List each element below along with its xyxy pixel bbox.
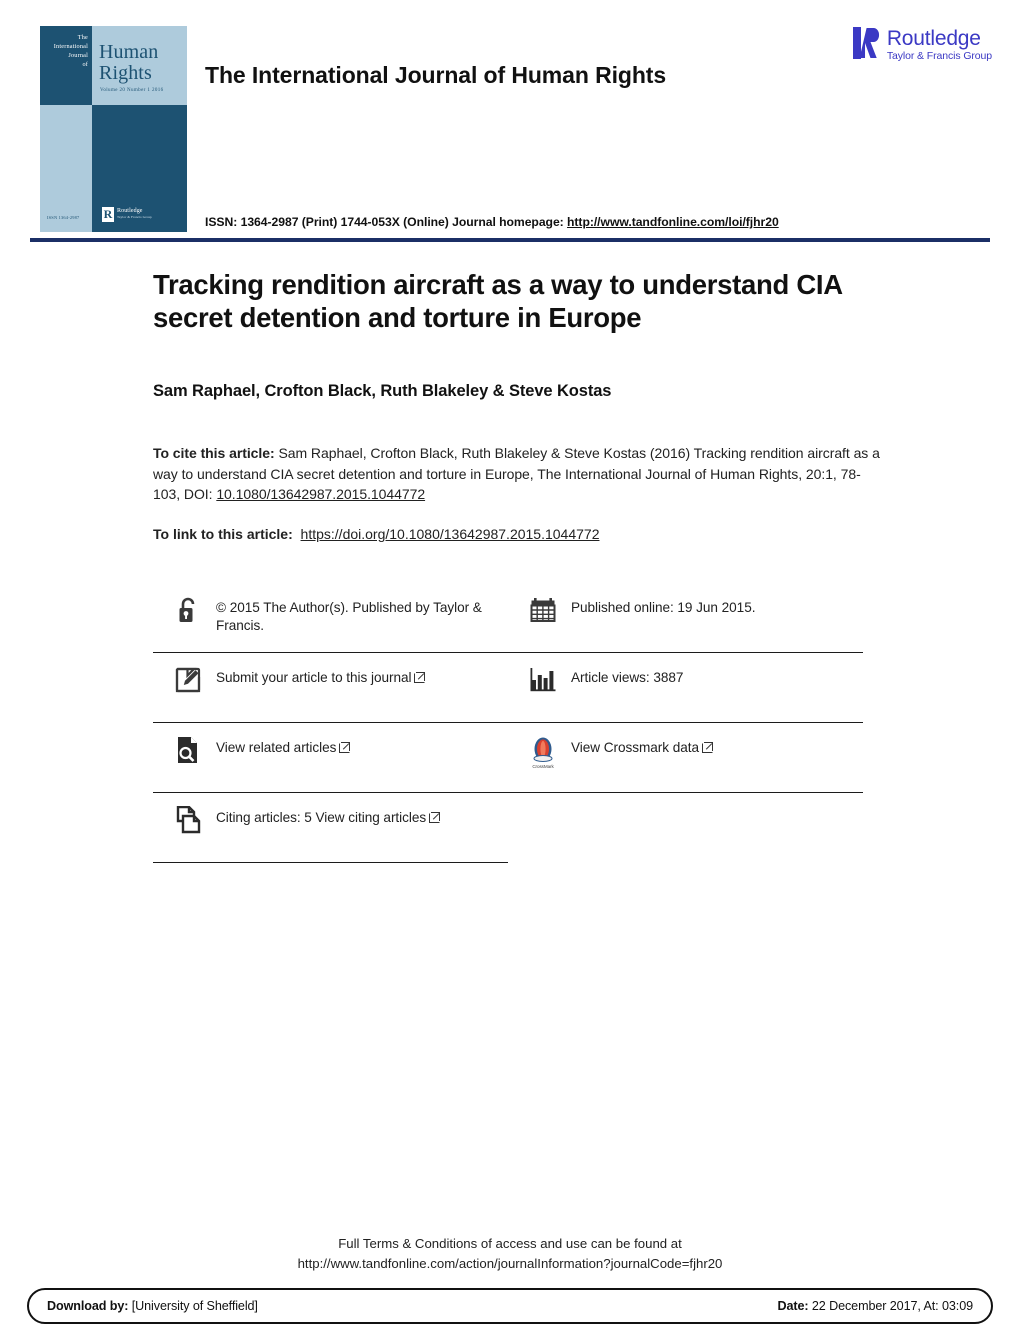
doi-link-block: To link to this article: https://doi.org… [153, 524, 883, 544]
cover-imprint-sub: Taylor & Francis Group [117, 215, 152, 219]
cite-label: To cite this article: [153, 445, 275, 461]
download-date: Date: 22 December 2017, At: 03:09 [777, 1299, 973, 1313]
download-date-value: 22 December 2017, At: 03:09 [808, 1299, 973, 1313]
external-link-icon [339, 742, 351, 753]
cover-quadrant-bottom-right: R Routledge Taylor & Francis Group [92, 105, 187, 232]
metric-article-views: Article views: 3887 [508, 653, 863, 723]
published-online-text: Published online: 19 Jun 2015. [571, 600, 756, 615]
download-by: Download by: [University of Sheffield] [47, 1299, 258, 1313]
cover-quadrant-top-right: Human Rights Volume 20 Number 1 2016 [92, 26, 187, 105]
metric-copyright: © 2015 The Author(s). Published by Taylo… [153, 583, 508, 653]
cover-publisher-logo: R Routledge Taylor & Francis Group [102, 207, 152, 222]
article-title: Tracking rendition aircraft as a way to … [153, 269, 842, 333]
cover-quadrant-bottom-left: ISSN 1364-2987 [40, 105, 92, 232]
cover-title: Human Rights [99, 41, 159, 84]
issn-line: ISSN: 1364-2987 (Print) 1744-053X (Onlin… [205, 215, 779, 229]
journal-homepage-link[interactable]: http://www.tandfonline.com/loi/fjhr20 [567, 215, 779, 229]
open-access-lock-icon [173, 594, 203, 626]
download-date-label: Date: [777, 1299, 809, 1313]
citing-articles-text: Citing articles: 5 View citing articles [216, 804, 441, 827]
crossmark-icon: CrossMark [528, 734, 558, 769]
journal-cover-page: The International Journal of Human Right… [0, 0, 1020, 1339]
metric-published-online: Published online: 19 Jun 2015. [508, 583, 863, 653]
cover-kicker: The International Journal of [53, 34, 88, 68]
article-authors: Sam Raphael, Crofton Black, Ruth Blakele… [153, 382, 612, 400]
routledge-logo: Routledge Routledge Taylor & Francis Gro… [852, 27, 992, 63]
related-articles-text: View related articles [216, 734, 351, 757]
submit-article-text: Submit your article to this journal [216, 664, 426, 687]
bar-chart-icon [528, 664, 558, 696]
metric-related-articles[interactable]: View related articles [153, 723, 508, 793]
cover-imprint-name: Routledge [117, 208, 143, 214]
metric-empty-cell [508, 793, 863, 863]
routledge-name: Routledge [886, 27, 981, 50]
external-link-icon [414, 672, 426, 683]
routledge-mark-icon: Routledge [852, 27, 881, 59]
cover-issn: ISSN 1364-2987 [47, 215, 80, 220]
external-link-icon [429, 812, 441, 823]
terms-line-2: http://www.tandfonline.com/action/journa… [297, 1256, 723, 1271]
cover-volume-info: Volume 20 Number 1 2016 [100, 88, 164, 93]
copy-documents-icon [173, 804, 203, 836]
doi-url-link[interactable]: https://doi.org/10.1080/13642987.2015.10… [301, 526, 600, 542]
calendar-icon [528, 594, 558, 626]
issn-text: ISSN: 1364-2987 (Print) 1744-053X (Onlin… [205, 215, 568, 229]
header-divider [30, 238, 990, 242]
cover-quadrant-top-left: The International Journal of [40, 26, 92, 105]
metric-crossmark[interactable]: CrossMark View Crossmark data [508, 723, 863, 793]
routledge-mark-icon: R [102, 207, 114, 222]
metric-citing-articles[interactable]: Citing articles: 5 View citing articles [153, 793, 508, 863]
metric-submit-article[interactable]: Submit your article to this journal [153, 653, 508, 723]
journal-title: The International Journal of Human Right… [205, 62, 667, 88]
terms-and-conditions: Full Terms & Conditions of access and us… [0, 1234, 1020, 1274]
terms-line-1: Full Terms & Conditions of access and us… [338, 1236, 682, 1251]
journal-cover-thumbnail: The International Journal of Human Right… [40, 26, 187, 232]
crossmark-text: View Crossmark data [571, 734, 713, 757]
article-metrics-grid: © 2015 The Author(s). Published by Taylo… [153, 583, 863, 863]
routledge-tagline: Taylor & Francis Group [886, 50, 992, 62]
article-block: Tracking rendition aircraft as a way to … [153, 268, 883, 544]
pencil-edit-icon [173, 664, 203, 696]
copyright-text: © 2015 The Author(s). Published by Taylo… [216, 600, 482, 633]
download-by-label: Download by: [47, 1299, 129, 1313]
cite-doi-link[interactable]: 10.1080/13642987.2015.1044772 [216, 486, 425, 502]
citation-block: To cite this article: Sam Raphael, Croft… [153, 443, 883, 505]
download-info-bar: Download by: [University of Sheffield] D… [27, 1288, 993, 1324]
article-views-text: Article views: 3887 [571, 670, 684, 685]
crossmark-label: CrossMark [532, 764, 554, 769]
link-label: To link to this article: [153, 525, 293, 542]
external-link-icon [702, 742, 713, 753]
page-header: The International Journal of Human Right… [0, 0, 1020, 250]
document-search-icon [173, 734, 203, 766]
download-by-value: [University of Sheffield] [128, 1299, 258, 1313]
